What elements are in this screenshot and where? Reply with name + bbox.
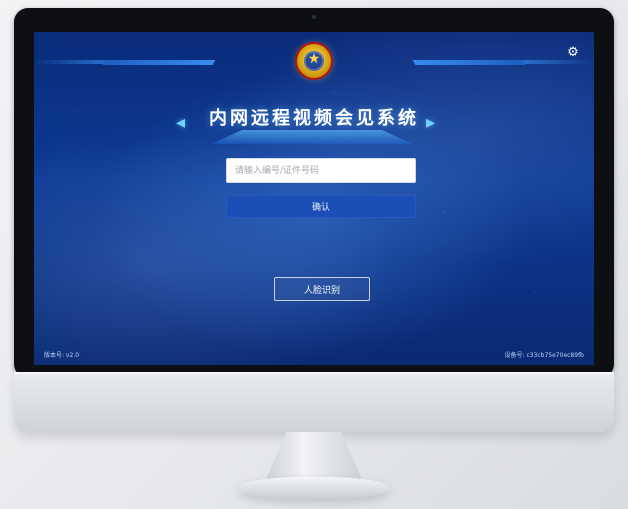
version-label: 版本号: v2.0 — [44, 352, 80, 359]
app-screen: ⚙ ◂ ▸ 内网远程视频会见系统 确认 人脸识别 版本号: v2.0 设备号: … — [34, 32, 594, 365]
gear-icon[interactable]: ⚙ — [566, 46, 580, 60]
title-underline — [212, 130, 412, 144]
page-title: 内网远程视频会见系统 — [209, 108, 419, 129]
device-id-label: 设备号: c33cb75e70ec89fb — [504, 352, 584, 359]
face-recognition-button[interactable]: 人脸识别 — [274, 277, 370, 301]
confirm-button[interactable]: 确认 — [226, 195, 416, 218]
monitor: ⚙ ◂ ▸ 内网远程视频会见系统 确认 人脸识别 版本号: v2.0 设备号: … — [14, 8, 614, 378]
top-decoration-block-right — [412, 60, 526, 65]
title-section: ◂ ▸ 内网远程视频会见系统 — [34, 102, 594, 148]
camera — [312, 15, 316, 19]
police-emblem-icon — [297, 44, 331, 78]
monitor-stand — [265, 432, 363, 482]
top-decoration-block-left — [102, 60, 216, 65]
id-number-input[interactable] — [226, 158, 416, 183]
monitor-base — [238, 477, 390, 499]
monitor-chin — [14, 372, 614, 432]
